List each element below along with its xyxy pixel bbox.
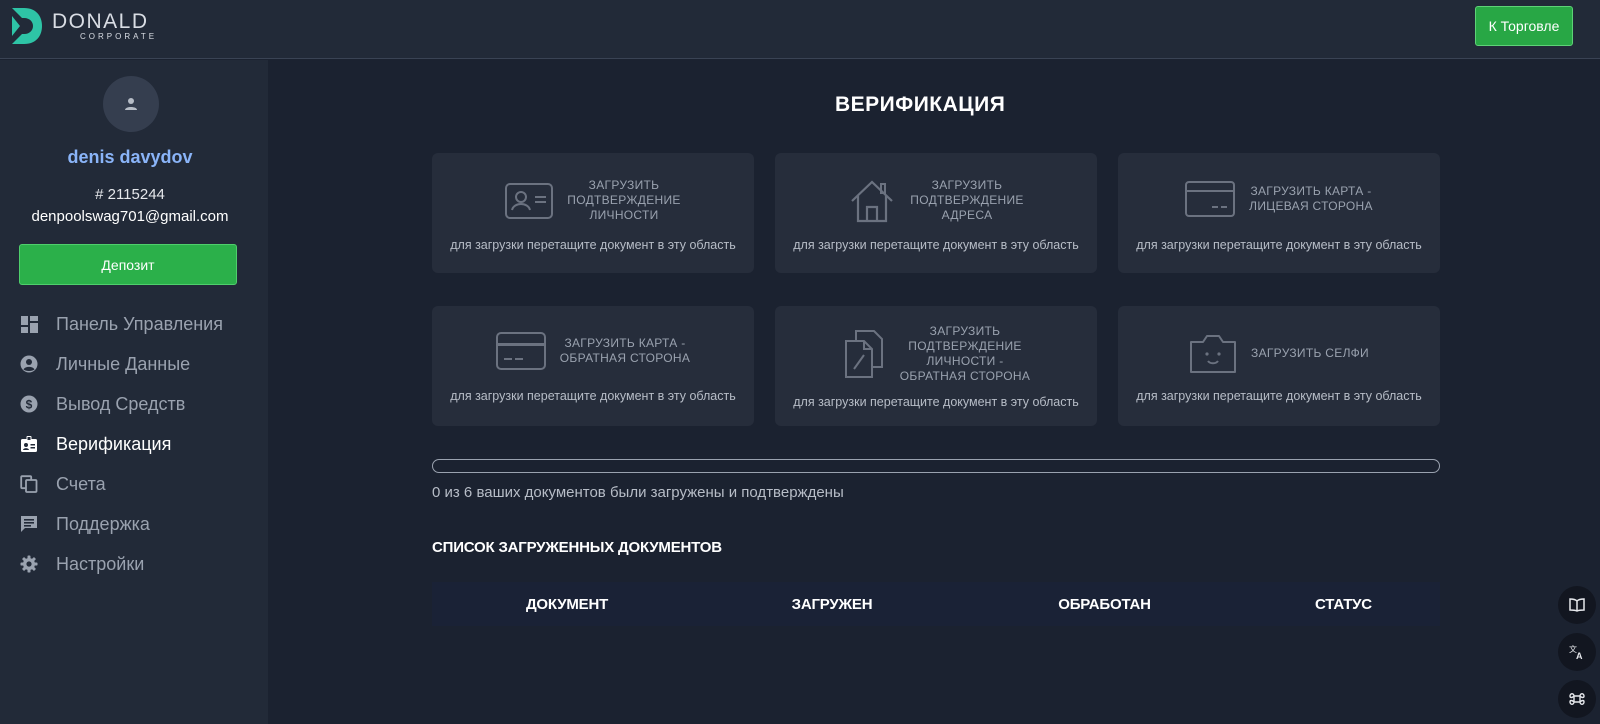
card-label: ЗАГРУЗИТЬ ПОДТВЕРЖДЕНИЕ ЛИЧНОСТИ - ОБРАТНАЯ… (899, 324, 1031, 383)
upload-card-card-front[interactable]: ЗАГРУЗИТЬ КАРТА - ЛИЦЕВАЯ СТОРОНА для заг… (1118, 153, 1440, 273)
account-circle-icon (20, 355, 38, 373)
sidebar-item-dashboard[interactable]: Панель Управления (0, 304, 268, 344)
selfie-camera-icon (1190, 335, 1237, 373)
upload-card-address[interactable]: ЗАГРУЗИТЬ ПОДТВЕРЖДЕНИЕ АДРЕСА для загрузк… (775, 153, 1097, 273)
sidebar-item-accounts[interactable]: Счета (0, 464, 268, 504)
command-button[interactable] (1558, 680, 1596, 718)
column-header-uploaded[interactable]: ЗАГРУЖЕН (702, 596, 962, 613)
column-header-status[interactable]: СТАТУС (1247, 596, 1440, 613)
chat-icon (20, 515, 38, 533)
translate-icon: 文 A (1569, 644, 1583, 660)
card-label: ЗАГРУЗИТЬ КАРТА - ОБРАТНАЯ СТОРОНА (559, 336, 691, 365)
svg-text:A: A (1576, 651, 1583, 660)
uploaded-documents-title: СПИСОК ЗАГРУЖЕННЫХ ДОКУМЕНТОВ (432, 539, 722, 556)
logo-name: DONALD (52, 10, 149, 33)
upload-card-identity[interactable]: ЗАГРУЗИТЬ ПОДТВЕРЖДЕНИЕ ЛИЧНОСТИ для загру… (432, 153, 754, 273)
page-title: ВЕРИФИКАЦИЯ (835, 93, 1006, 116)
card-hint: для загрузки перетащите документ в эту о… (450, 238, 736, 252)
house-icon (851, 179, 894, 222)
id-badge-icon (20, 435, 38, 453)
card-label: ЗАГРУЗИТЬ КАРТА - ЛИЦЕВАЯ СТОРОНА (1249, 184, 1373, 213)
logo-mark-icon (12, 8, 42, 44)
top-header: DONALD CORPORATE К Торговле (0, 0, 1600, 59)
upload-card-selfie[interactable]: ЗАГРУЗИТЬ СЕЛФИ для загрузки перетащите … (1118, 306, 1440, 426)
id-card-icon (505, 182, 554, 219)
gear-icon (20, 555, 38, 573)
card-label: ЗАГРУЗИТЬ ПОДТВЕРЖДЕНИЕ АДРЕСА (910, 178, 1024, 222)
documents-table-header: ДОКУМЕНТ ЗАГРУЖЕН ОБРАБОТАН СТАТУС (432, 582, 1440, 626)
deposit-button[interactable]: Депозит (19, 244, 237, 285)
card-label: ЗАГРУЗИТЬ ПОДТВЕРЖДЕНИЕ ЛИЧНОСТИ (567, 178, 681, 222)
command-icon (1569, 693, 1585, 705)
card-hint: для загрузки перетащите документ в эту о… (793, 395, 1079, 409)
book-button[interactable] (1558, 586, 1596, 624)
upload-card-identity-back[interactable]: ЗАГРУЗИТЬ ПОДТВЕРЖДЕНИЕ ЛИЧНОСТИ - ОБРАТНАЯ… (775, 306, 1097, 426)
sidebar-item-label: Панель Управления (56, 313, 223, 334)
sidebar-item-withdrawal[interactable]: $ Вывод Средств (0, 384, 268, 424)
card-front-icon (1185, 181, 1236, 217)
avatar[interactable] (103, 76, 159, 132)
sidebar-item-personal-data[interactable]: Личные Данные (0, 344, 268, 384)
progress-text: 0 из 6 ваших документов были загружены и… (432, 484, 844, 501)
sidebar-item-support[interactable]: Поддержка (0, 504, 268, 544)
logo-text: DONALD CORPORATE (52, 11, 157, 41)
user-icon (125, 98, 137, 110)
dashboard-icon (20, 315, 38, 333)
logo[interactable]: DONALD CORPORATE (8, 4, 178, 48)
column-header-document[interactable]: ДОКУМЕНТ (432, 596, 702, 613)
to-trading-button[interactable]: К Торговле (1475, 6, 1573, 46)
sidebar-item-label: Личные Данные (56, 353, 191, 374)
translate-button[interactable]: 文 A (1558, 633, 1596, 671)
sidebar-item-label: Вывод Средств (56, 393, 186, 414)
card-hint: для загрузки перетащите документ в эту о… (1136, 389, 1422, 403)
logo-subtitle: CORPORATE (80, 32, 158, 41)
verification-progress-bar (432, 459, 1440, 473)
svg-text:$: $ (26, 398, 33, 412)
sidebar-item-label: Настройки (56, 553, 145, 574)
sidebar-item-verification[interactable]: Верификация (0, 424, 268, 464)
user-id: # 2115244 (95, 186, 165, 203)
documents-icon (844, 330, 883, 378)
sidebar-item-settings[interactable]: Настройки (0, 544, 268, 584)
user-name: denis davydov (67, 147, 193, 167)
sidebar: denis davydov # 2115244 denpoolswag701@g… (0, 60, 268, 724)
card-back-icon (495, 332, 546, 370)
sidebar-item-label: Верификация (56, 433, 172, 454)
card-hint: для загрузки перетащите документ в эту о… (450, 389, 736, 403)
user-email: denpoolswag701@gmail.com (31, 208, 229, 225)
sidebar-item-label: Счета (56, 473, 106, 494)
card-hint: для загрузки перетащите документ в эту о… (1136, 238, 1422, 252)
upload-card-card-back[interactable]: ЗАГРУЗИТЬ КАРТА - ОБРАТНАЯ СТОРОНА для за… (432, 306, 754, 426)
book-icon (1569, 598, 1585, 612)
column-header-processed[interactable]: ОБРАБОТАН (962, 596, 1247, 613)
sidebar-nav: Панель Управления Личные Данные $ Вывод … (0, 304, 268, 584)
dollar-circle-icon: $ (20, 395, 38, 413)
copy-icon (20, 475, 38, 493)
sidebar-item-label: Поддержка (56, 513, 150, 534)
card-hint: для загрузки перетащите документ в эту о… (793, 238, 1079, 252)
card-label: ЗАГРУЗИТЬ СЕЛФИ (1251, 345, 1369, 360)
